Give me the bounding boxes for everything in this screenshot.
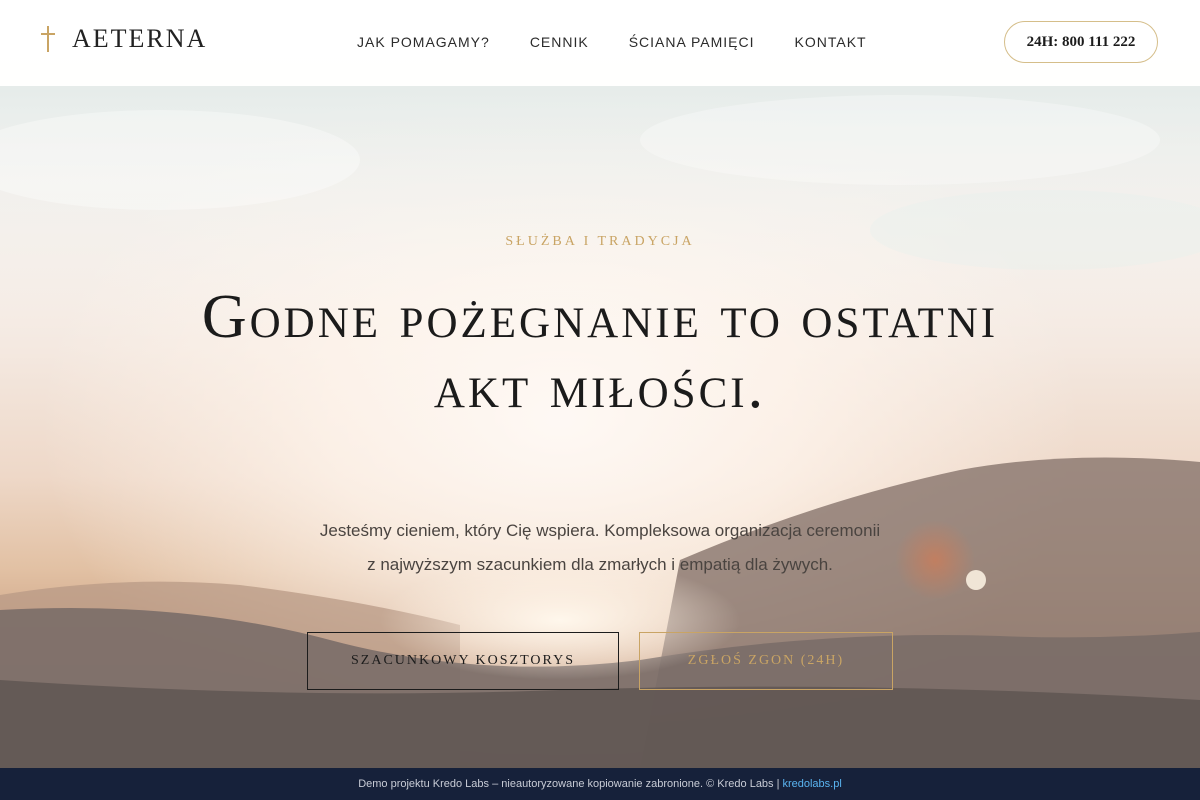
hero-eyebrow: SŁUŻBA I TRADYCJA [505,234,695,249]
site-header: AETERNA JAK POMAGAMY? CENNIK ŚCIANA PAMI… [0,0,1200,86]
estimate-cost-button[interactable]: SZACUNKOWY KOSZTORYS [307,632,619,690]
nav-item-jak-pomagamy[interactable]: JAK POMAGAMY? [357,34,490,50]
hero-lead-line-2: z najwyższym szacunkiem dla zmarłych i e… [367,555,833,574]
brand-name: AETERNA [72,24,208,53]
hero-lead: Jesteśmy cieniem, który Cię wspiera. Kom… [250,514,950,582]
brand-logo[interactable]: AETERNA [40,24,207,54]
nav-item-kontakt[interactable]: KONTAKT [795,34,867,50]
nav-item-cennik[interactable]: CENNIK [530,34,589,50]
demo-footer: Demo projektu Kredo Labs – nieautoryzowa… [0,768,1200,800]
hero-headline: Godne pożegnanie to ostatni akt miłości. [201,283,999,421]
phone-button[interactable]: 24H: 800 111 222 [1004,21,1158,63]
footer-text: Demo projektu Kredo Labs – nieautoryzowa… [358,778,780,790]
cross-icon [40,26,56,52]
report-death-button[interactable]: ZGŁOŚ ZGON (24H) [639,632,893,690]
main-nav: JAK POMAGAMY? CENNIK ŚCIANA PAMIĘCI KONT… [357,34,907,50]
hero-lead-line-1: Jesteśmy cieniem, który Cię wspiera. Kom… [319,521,881,540]
footer-link[interactable]: kredolabs.pl [782,778,841,790]
nav-item-sciana-pamieci[interactable]: ŚCIANA PAMIĘCI [629,34,755,50]
